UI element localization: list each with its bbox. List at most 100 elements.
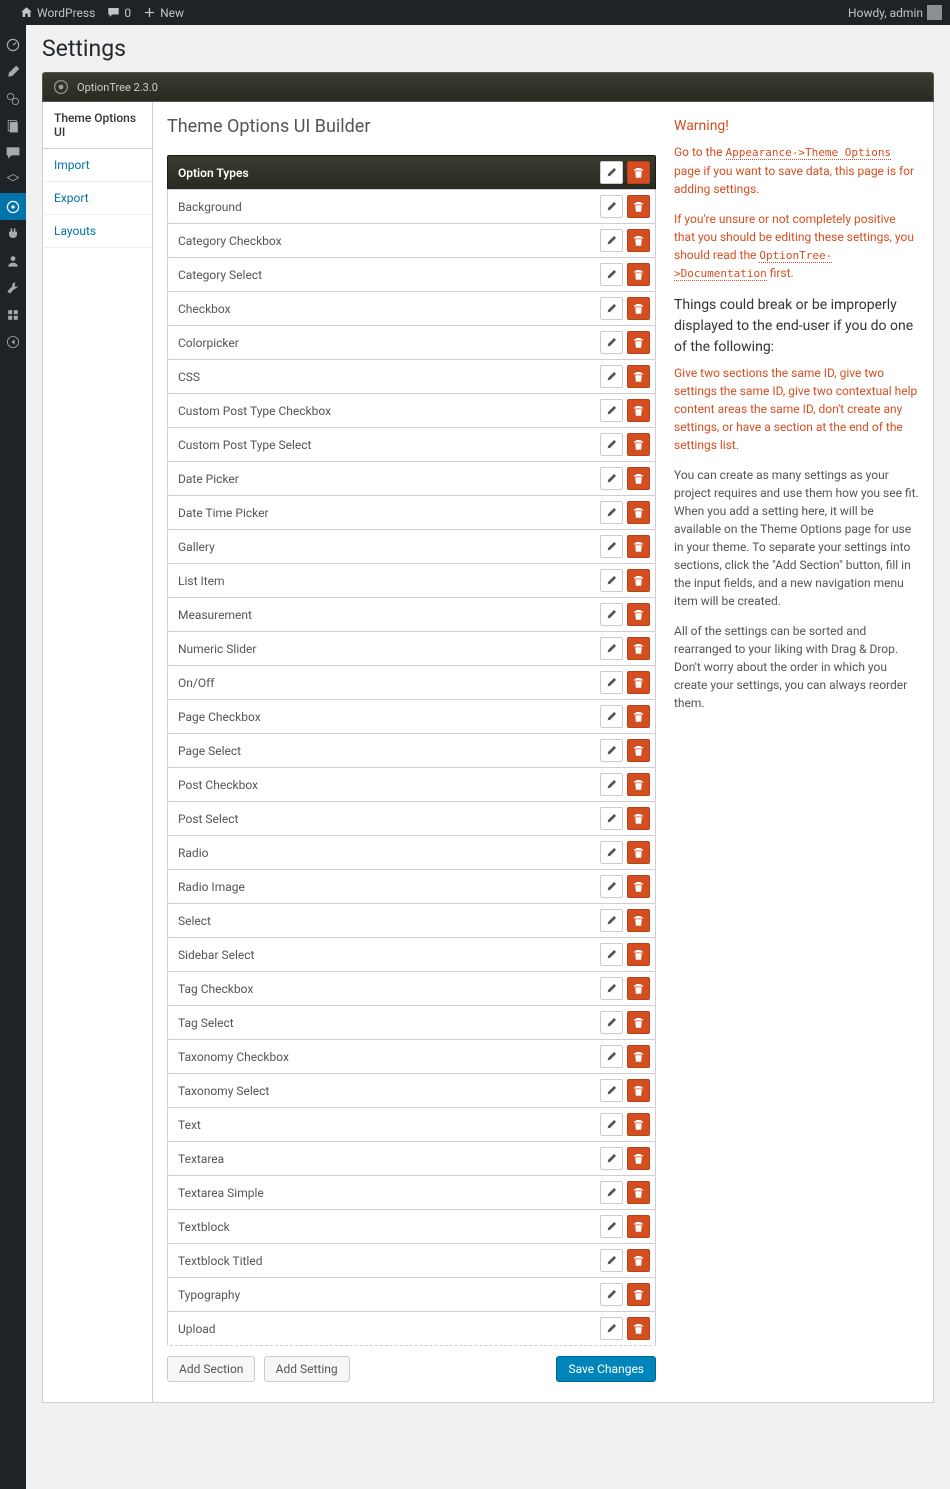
option-row[interactable]: Date Picker <box>167 461 656 496</box>
site-name[interactable]: WordPress <box>20 6 95 20</box>
pencil-icon[interactable] <box>600 399 623 422</box>
pencil-icon[interactable] <box>600 773 623 796</box>
trash-icon[interactable] <box>627 1283 650 1306</box>
tab-export[interactable]: Export <box>43 182 152 215</box>
option-row[interactable]: On/Off <box>167 665 656 700</box>
option-row[interactable]: Sidebar Select <box>167 937 656 972</box>
trash-icon[interactable] <box>627 161 650 184</box>
option-row[interactable]: Numeric Slider <box>167 631 656 666</box>
trash-icon[interactable] <box>627 1011 650 1034</box>
menu-pages[interactable] <box>0 112 26 139</box>
pencil-icon[interactable] <box>600 331 623 354</box>
pencil-icon[interactable] <box>600 1045 623 1068</box>
pencil-icon[interactable] <box>600 195 623 218</box>
pencil-icon[interactable] <box>600 875 623 898</box>
trash-icon[interactable] <box>627 467 650 490</box>
menu-media[interactable] <box>0 85 26 112</box>
trash-icon[interactable] <box>627 943 650 966</box>
trash-icon[interactable] <box>627 1045 650 1068</box>
pencil-icon[interactable] <box>600 1113 623 1136</box>
option-row[interactable]: Upload <box>167 1311 656 1346</box>
add-setting-button[interactable]: Add Setting <box>264 1356 350 1382</box>
pencil-icon[interactable] <box>600 1317 623 1340</box>
pencil-icon[interactable] <box>600 1079 623 1102</box>
trash-icon[interactable] <box>627 569 650 592</box>
pencil-icon[interactable] <box>600 263 623 286</box>
pencil-icon[interactable] <box>600 671 623 694</box>
trash-icon[interactable] <box>627 705 650 728</box>
option-row[interactable]: CSS <box>167 359 656 394</box>
tab-theme-options-ui[interactable]: Theme Options UI <box>43 102 152 149</box>
option-row[interactable]: Taxonomy Checkbox <box>167 1039 656 1074</box>
option-row[interactable]: Text <box>167 1107 656 1142</box>
pencil-icon[interactable] <box>600 365 623 388</box>
menu-settings[interactable] <box>0 301 26 328</box>
pencil-icon[interactable] <box>600 1011 623 1034</box>
trash-icon[interactable] <box>627 1147 650 1170</box>
trash-icon[interactable] <box>627 1215 650 1238</box>
pencil-icon[interactable] <box>600 807 623 830</box>
pencil-icon[interactable] <box>600 569 623 592</box>
trash-icon[interactable] <box>627 773 650 796</box>
menu-plugins[interactable] <box>0 220 26 247</box>
trash-icon[interactable] <box>627 603 650 626</box>
option-row[interactable]: Tag Select <box>167 1005 656 1040</box>
option-row[interactable]: Category Checkbox <box>167 223 656 258</box>
howdy-link[interactable]: Howdy, admin <box>848 5 942 20</box>
save-changes-button[interactable]: Save Changes <box>556 1356 656 1382</box>
menu-collapse[interactable] <box>0 328 26 355</box>
pencil-icon[interactable] <box>600 161 623 184</box>
trash-icon[interactable] <box>627 875 650 898</box>
pencil-icon[interactable] <box>600 1249 623 1272</box>
trash-icon[interactable] <box>627 297 650 320</box>
option-row[interactable]: List Item <box>167 563 656 598</box>
trash-icon[interactable] <box>627 365 650 388</box>
menu-dashboard[interactable] <box>0 31 26 58</box>
trash-icon[interactable] <box>627 807 650 830</box>
option-row[interactable]: Textarea Simple <box>167 1175 656 1210</box>
new-link[interactable]: New <box>143 6 184 20</box>
menu-posts[interactable] <box>0 58 26 85</box>
trash-icon[interactable] <box>627 501 650 524</box>
option-row[interactable]: Textblock Titled <box>167 1243 656 1278</box>
option-row[interactable]: Checkbox <box>167 291 656 326</box>
trash-icon[interactable] <box>627 195 650 218</box>
pencil-icon[interactable] <box>600 943 623 966</box>
pencil-icon[interactable] <box>600 433 623 456</box>
pencil-icon[interactable] <box>600 501 623 524</box>
trash-icon[interactable] <box>627 1249 650 1272</box>
menu-users[interactable] <box>0 247 26 274</box>
trash-icon[interactable] <box>627 331 650 354</box>
pencil-icon[interactable] <box>600 909 623 932</box>
option-row[interactable]: Colorpicker <box>167 325 656 360</box>
option-row[interactable]: Category Select <box>167 257 656 292</box>
pencil-icon[interactable] <box>600 637 623 660</box>
pencil-icon[interactable] <box>600 1147 623 1170</box>
trash-icon[interactable] <box>627 1113 650 1136</box>
option-row[interactable]: Textarea <box>167 1141 656 1176</box>
trash-icon[interactable] <box>627 1181 650 1204</box>
menu-tools[interactable] <box>0 274 26 301</box>
section-header[interactable]: Option Types <box>167 155 656 190</box>
option-row[interactable]: Measurement <box>167 597 656 632</box>
trash-icon[interactable] <box>627 977 650 1000</box>
trash-icon[interactable] <box>627 671 650 694</box>
trash-icon[interactable] <box>627 229 650 252</box>
option-row[interactable]: Custom Post Type Select <box>167 427 656 462</box>
option-row[interactable]: Gallery <box>167 529 656 564</box>
option-row[interactable]: Radio <box>167 835 656 870</box>
pencil-icon[interactable] <box>600 841 623 864</box>
option-row[interactable]: Background <box>167 189 656 224</box>
option-row[interactable]: Page Select <box>167 733 656 768</box>
option-row[interactable]: Taxonomy Select <box>167 1073 656 1108</box>
option-row[interactable]: Post Select <box>167 801 656 836</box>
pencil-icon[interactable] <box>600 977 623 1000</box>
pencil-icon[interactable] <box>600 1283 623 1306</box>
trash-icon[interactable] <box>627 263 650 286</box>
comments-link[interactable]: 0 <box>107 6 131 20</box>
trash-icon[interactable] <box>627 399 650 422</box>
pencil-icon[interactable] <box>600 1181 623 1204</box>
option-row[interactable]: Post Checkbox <box>167 767 656 802</box>
pencil-icon[interactable] <box>600 297 623 320</box>
option-row[interactable]: Page Checkbox <box>167 699 656 734</box>
